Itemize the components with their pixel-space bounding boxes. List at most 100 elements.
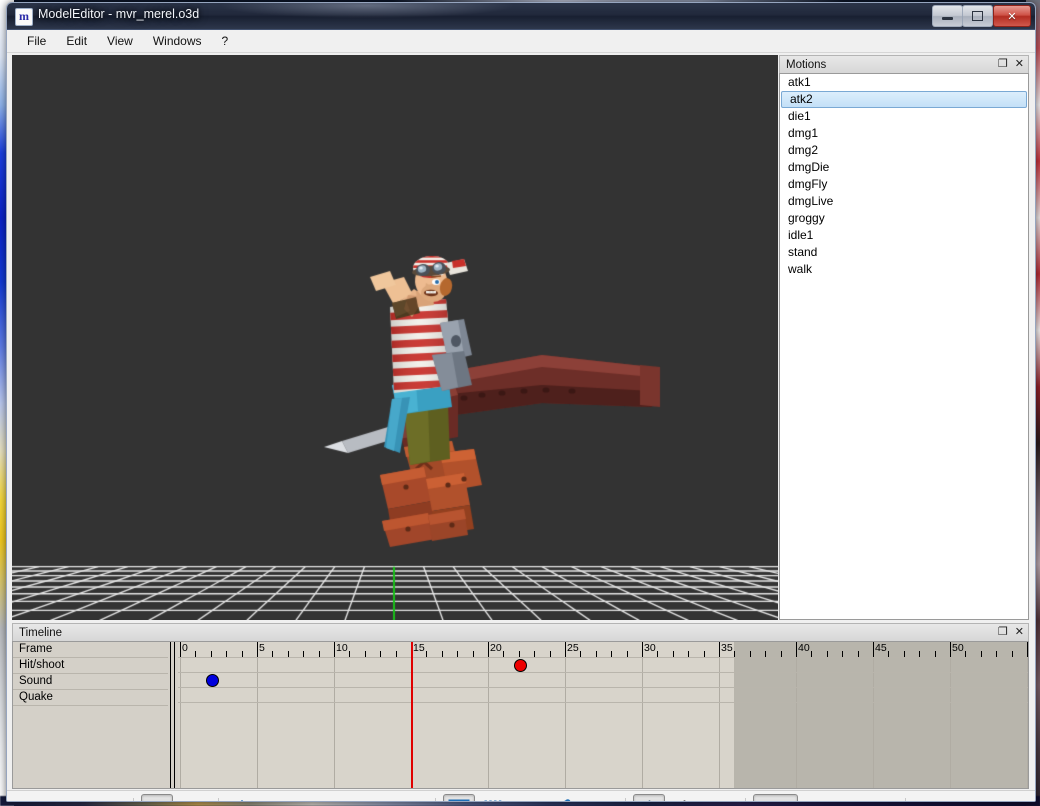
wireframe-view-button[interactable] [668,794,700,801]
menu-item-file[interactable]: File [17,31,56,51]
timeline-gridline [1027,657,1028,788]
timeline-panel-title: Timeline [19,627,63,639]
close-button[interactable]: ✕ [993,5,1031,27]
menu-item-windows[interactable]: Windows [143,31,212,51]
lod0-button[interactable]: LOD0 [753,794,799,801]
pause-button[interactable] [141,794,173,801]
timeline-grid[interactable]: 0 5 10 15 20 25 30 35 40 45 50 55 [178,642,1028,788]
toolbar-separator [745,798,747,801]
menu-bar: File Edit View Windows ? [7,30,1035,53]
motions-close-icon[interactable]: ✕ [1015,58,1024,71]
skin-button[interactable]: Skin [340,794,382,801]
lod2-button[interactable]: LOD2 [850,794,895,801]
rotate-cw-ccw-button[interactable]: CWCCW [296,794,337,801]
timeline-close-icon[interactable]: ✕ [1015,626,1024,639]
timeline-gridline [180,657,181,788]
grid-toggle-button[interactable] [443,794,476,801]
checker-grid-button[interactable] [478,794,510,801]
pause-icon [147,800,167,801]
timeline-separator [168,642,178,788]
stop-icon [182,800,202,801]
viewport-canvas[interactable] [12,55,778,620]
timeline-tick-label: 30 [644,642,656,654]
menu-item-view[interactable]: View [97,31,143,51]
open-file-button[interactable] [21,794,53,801]
save-file-button[interactable] [56,794,88,801]
menu-item-edit[interactable]: Edit [56,31,97,51]
dots-icon [708,799,731,801]
solid-view-button[interactable] [633,794,666,801]
motion-list-item[interactable]: die1 [780,108,1028,125]
motions-panel-title: Motions [786,59,827,71]
timeline-row-label[interactable]: Hit/shoot [13,658,168,674]
motions-panel-caption: Motions ❐ ✕ [779,55,1029,74]
timeline-gridline [565,657,566,788]
motion-list-item[interactable]: walk [780,261,1028,278]
timeline-float-icon[interactable]: ❐ [998,626,1008,639]
motion-list-item[interactable]: dmg1 [780,125,1028,142]
work-area: Motions ❐ ✕ atk1 atk2 die1 dmg1 dmg2 dmgDie dm… [7,53,1035,801]
motion-list-item[interactable]: groggy [780,210,1028,227]
motion-list-item[interactable]: atk1 [780,74,1028,91]
timeline-row-separator [178,687,1028,688]
timeline-tick-label: 40 [798,642,810,654]
timeline-panel: Timeline ❐ ✕ Frame Hit/shoot Sound Quake 0 5… [12,623,1029,790]
motion-list-item[interactable]: dmgDie [780,159,1028,176]
timeline-inactive-region [734,642,1028,788]
timeline-row-label[interactable]: Quake [13,690,168,706]
sound-button[interactable] [913,794,945,801]
timeline-row-label[interactable]: Sound [13,674,168,690]
title-bar[interactable]: m ModelEditor - mvr_merel.o3d ✕ [7,3,1035,30]
timeline-gridline [950,657,951,788]
motion-list-item[interactable]: dmgLive [780,193,1028,210]
timeline-gridline [488,657,489,788]
point-view-button[interactable] [703,794,735,801]
motion-list-item[interactable]: stand [780,244,1028,261]
timeline-row-separator [178,672,1028,673]
lod1-button[interactable]: LOD1 [801,794,846,801]
timeline-key-marker[interactable] [205,674,219,687]
bounding-box-button[interactable] [513,794,545,801]
timeline-row-labels: Frame Hit/shoot Sound Quake [13,642,168,788]
folder-open-icon [26,799,48,801]
collision-button[interactable]: Coll [385,794,425,801]
rectangle-icon [517,799,541,801]
minimize-button[interactable] [932,5,963,27]
toolbar-separator [625,798,627,801]
motion-list-item[interactable]: dmgFly [780,176,1028,193]
motions-list[interactable]: atk1 atk2 die1 dmg1 dmg2 dmgDie dmgFly dmgLive g… [779,73,1029,620]
timeline-tick-label: 45 [875,642,887,654]
character-button[interactable] [583,794,615,801]
timeline-gridline [719,657,720,788]
application-window: m ModelEditor - mvr_merel.o3d ✕ File Edi… [6,2,1036,802]
maximize-button[interactable] [962,5,993,27]
close-x-icon [96,799,118,801]
toolbar-button-label: CWCCW [304,799,329,801]
motions-panel: Motions ❐ ✕ atk1 atk2 die1 dmg1 dmg2 dmgDie dm… [779,55,1029,620]
timeline-tick-label: 15 [413,642,425,654]
timeline-ruler[interactable]: 0 5 10 15 20 25 30 35 40 45 50 55 [178,642,1028,658]
viewport-3d[interactable] [12,55,778,620]
timeline-playhead[interactable] [411,642,413,788]
titlebar-glow [157,3,577,29]
motion-list-item[interactable]: dmg2 [780,142,1028,159]
toolbar-separator [218,798,219,801]
close-icon: ✕ [1007,9,1017,23]
motion-list-item[interactable]: atk2 [781,91,1027,108]
settings-button[interactable] [261,794,293,801]
timeline-row-label[interactable]: Frame [13,642,168,658]
close-file-button[interactable] [91,794,123,801]
bone-icon [552,799,576,801]
motion-list-item[interactable]: idle1 [780,227,1028,244]
timeline-tick-label: 0 [182,642,188,654]
timeline-tick-label: 5 [259,642,265,654]
motions-float-icon[interactable]: ❐ [998,58,1008,71]
menu-item-help[interactable]: ? [212,31,239,51]
bone-button[interactable] [548,794,580,801]
timeline-key-marker[interactable] [513,659,527,672]
timeline-tick-label: 50 [952,642,964,654]
window-title: ModelEditor - mvr_merel.o3d [38,7,200,21]
stop-button[interactable] [176,794,208,801]
move-tool-button[interactable] [226,794,258,801]
toolbar-separator [905,798,907,801]
